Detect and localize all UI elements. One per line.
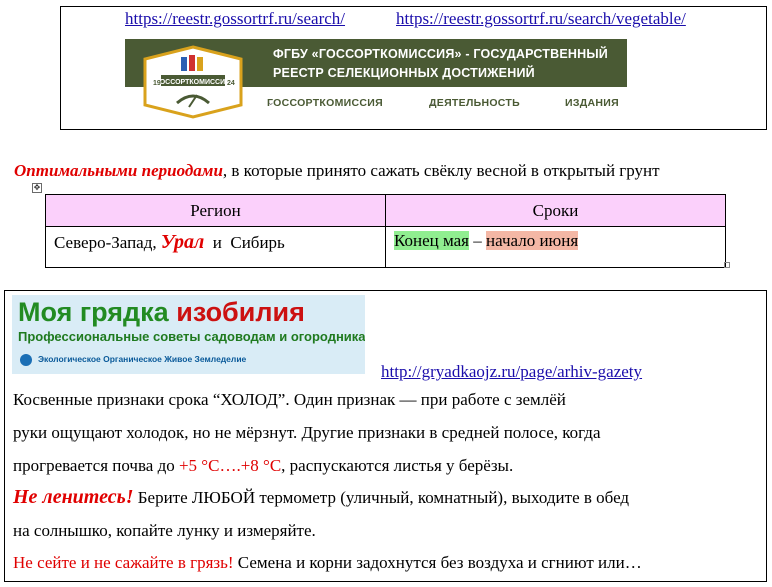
- logo-footer: Экологическое Органическое Живое Земледе…: [38, 354, 247, 364]
- article-line-5: на солнышко, копайте лунку и измеряйте.: [13, 521, 316, 540]
- link-reestr-vegetable[interactable]: https://reestr.gossortrf.ru/search/veget…: [396, 9, 686, 29]
- article-line-1: Косвенные признаки срока “ХОЛОД”. Один п…: [13, 390, 566, 409]
- svg-text:19: 19: [153, 80, 161, 87]
- line3-text-a: прогревается почва до: [13, 456, 179, 475]
- article-line-2: руки ощущают холодок, но не мёрзнут. Дру…: [13, 423, 601, 442]
- article-line-3: прогревается почва до +5 °С….+8 °С, расп…: [13, 456, 513, 476]
- table-resize-handle[interactable]: [724, 262, 730, 268]
- warning-no-mud: Не сейте и не сажайте в грязь!: [13, 553, 234, 572]
- source-box: https://reestr.gossortrf.ru/search/ http…: [60, 6, 767, 130]
- chevron-down-icon: ⌄: [267, 97, 275, 107]
- region-north-west: Северо-Запад,: [54, 233, 157, 252]
- globe-icon: [20, 354, 32, 366]
- article-line-6: Не сейте и не сажайте в грязь! Семена и …: [13, 553, 642, 573]
- logo-subtitle: Профессиональные советы садоводам и огор…: [18, 329, 365, 344]
- line3-text-b: , распускаются листья у берёзы.: [281, 456, 514, 475]
- region-conj: и: [212, 233, 222, 252]
- chevron-down-icon: ⌄: [429, 97, 437, 107]
- link-reestr-search[interactable]: https://reestr.gossortrf.ru/search/: [125, 9, 345, 29]
- region-siberia: Сибирь: [230, 233, 285, 252]
- line4-text: Берите ЛЮБОЙ термометр (уличный, комнатн…: [133, 488, 630, 507]
- banner-title-line-1: ФГБУ «ГОССОРТКОМИССИЯ» - ГОСУДАРСТВЕННЫЙ: [273, 47, 608, 61]
- gossort-banner: ГОССОРТКОМИССИЯ 19 24 ФГБУ «ГОССОРТКОМИС…: [125, 39, 627, 120]
- cell-region: Северо-Запад, Урал и Сибирь: [45, 226, 386, 268]
- svg-text:ГОССОРТКОМИССИЯ: ГОССОРТКОМИССИЯ: [156, 79, 230, 86]
- article-line-4: Не ленитесь! Берите ЛЮБОЙ термометр (ули…: [13, 486, 629, 509]
- line6-text: Семена и корни задохнутся без воздуха и …: [233, 553, 642, 572]
- temperature-range: +5 °С….+8 °С: [178, 456, 282, 475]
- intro-rest: , в которые принято сажать свёклу весной…: [222, 161, 660, 180]
- banner-title: ФГБУ «ГОССОРТКОМИССИЯ» - ГОСУДАРСТВЕННЫЙ…: [273, 45, 623, 83]
- gryadka-logo: Моя грядка изобилия Профессиональные сов…: [12, 295, 365, 374]
- date-start: Конец мая: [394, 231, 469, 250]
- svg-text:24: 24: [227, 80, 235, 87]
- logo-word-2: изобилия: [176, 297, 305, 327]
- warning-dont-be-lazy: Не ленитесь!: [13, 486, 134, 508]
- link-gryadka-archive[interactable]: http://gryadkaojz.ru/page/arhiv-gazety: [381, 362, 642, 382]
- date-end: начало июня: [486, 231, 579, 250]
- intro-sentence: Оптимальными периодами, в которые принят…: [14, 161, 660, 181]
- intro-emphasis: Оптимальными периодами: [14, 161, 223, 180]
- header-dates: Сроки: [385, 194, 726, 227]
- logo-word-1: Моя грядка: [18, 297, 169, 327]
- banner-title-line-2: РЕЕСТР СЕЛЕКЦИОННЫХ ДОСТИЖЕНИЙ: [273, 66, 535, 80]
- planting-table: Регион Сроки Северо-Запад, Урал и Сибирь…: [45, 194, 726, 268]
- date-dash: –: [473, 231, 482, 250]
- table-move-handle-icon[interactable]: ✥: [32, 183, 42, 193]
- article-box: Моя грядка изобилия Профессиональные сов…: [4, 290, 767, 582]
- gossort-emblem-icon: ГОССОРТКОМИССИЯ 19 24: [143, 45, 243, 119]
- logo-title: Моя грядка изобилия: [18, 297, 305, 328]
- region-ural: Урал: [160, 231, 205, 253]
- cell-dates: Конец мая – начало июня: [385, 226, 726, 268]
- header-region: Регион: [45, 194, 386, 227]
